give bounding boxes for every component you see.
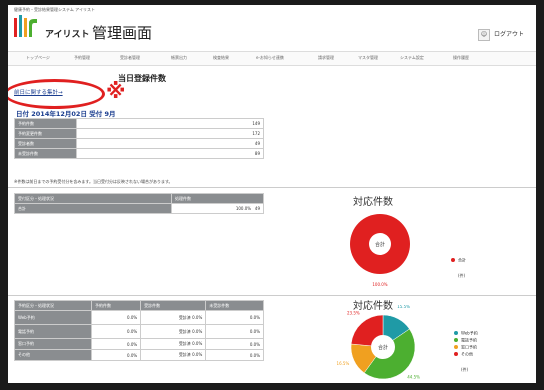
cell: 0.0% [90,310,142,325]
slice-label: 44.5% [407,375,420,380]
nav-item[interactable]: 予約管理 [74,55,90,61]
col-header: 受診件数 [140,300,207,311]
nav-item[interactable]: 請求管理 [318,55,334,61]
row-label: Web予約 [14,310,92,325]
slice-label: 16.5% [337,361,350,366]
legend-marker [451,258,455,262]
col-header: 予約件数 [90,300,142,311]
row-label: その他 [14,349,92,361]
app-window: 健康予約・受診結果管理システム アイリスト アイリスト 管理画面 ☺ ログアウト… [8,5,536,383]
legend-marker [454,352,458,356]
system-subtitle: 健康予約・受診結果管理システム アイリスト [14,7,95,12]
row-value: 100.0% 49 [171,203,264,214]
cell: 受診済 0.0% [140,349,207,361]
nav-item[interactable]: 検査結果 [213,55,229,61]
table-header-row: 受付区分・処理状況 処理件数 [14,193,264,204]
table-row: 窓口予約 0.0% 受診済 0.0% 0.0% [14,338,264,350]
legend-label: 合計 [458,257,466,263]
slice-label: 15.5% [397,305,410,309]
nav-item[interactable]: 受診者管理 [120,55,140,61]
center-label: 合計 [378,344,388,351]
table-row: 予約件数 149 [14,118,264,129]
col-header: 処理件数 [171,193,264,204]
nav-item[interactable]: 操作履歴 [453,55,469,61]
legend-marker [454,345,458,349]
unit-note: (件) [461,366,469,372]
legend-label: 窓口予約 [461,344,477,350]
bottom-table: 予約区分・処理状況 予約件数 受診件数 未受診件数 Web予約 0.0% 受診済… [14,300,264,361]
row-label: 予約件数 [14,118,77,129]
cell: 0.0% [205,324,264,339]
nav-item[interactable]: e-お知らせ連携 [256,55,284,61]
col-header: 未受診件数 [205,300,264,311]
col-header: 受付区分・処理状況 [14,193,172,204]
cell: 0.0% [205,310,264,325]
row-value: 172 [76,128,264,139]
cell: 受診済 0.0% [140,324,207,339]
main-nav: トップページ 予約管理 受診者管理 帳票出力 検査結果 e-お知らせ連携 請求管… [8,51,536,66]
cell: 0.0% [90,338,142,350]
legend-marker [454,338,458,342]
cell: 受診済 0.0% [140,310,207,325]
nav-item[interactable]: 帳票出力 [171,55,187,61]
table-row: 受診者数 49 [14,138,264,149]
row-label: 電話予約 [14,324,92,339]
table-row: その他 0.0% 受診済 0.0% 0.0% [14,349,264,361]
table-row: 電話予約 0.0% 受診済 0.0% 0.0% [14,324,264,339]
cell: 受診済 0.0% [140,338,207,350]
row-label: 合計 [14,203,172,214]
row-percent: 100.0% [235,206,252,211]
row-value: 89 [76,148,264,159]
iris-logo [14,15,37,37]
row-label: 受診者数 [14,138,77,149]
nav-item[interactable]: トップページ [26,55,50,61]
row-label: 予約変更件数 [14,128,77,139]
table-row: 合計 100.0% 49 [14,203,264,214]
row-count: 49 [254,206,260,211]
row-label: 未受診件数 [14,148,77,159]
table-header-row: 予約区分・処理状況 予約件数 受診件数 未受診件数 [14,300,264,311]
date-line: 日付 2014年12月02日 受付 9月 [16,110,116,118]
col-header: 予約区分・処理状況 [14,300,92,311]
row-value: 49 [76,138,264,149]
table-row: 予約変更件数 172 [14,128,264,139]
nav-item[interactable]: マスタ管理 [358,55,378,61]
cell: 0.0% [205,349,264,361]
legend-label: その他 [461,351,473,357]
logout-button[interactable]: ログアウト [494,29,524,38]
highlight-oval [8,79,105,109]
slice-label: 100.0% [372,282,387,287]
table-row: Web予約 0.0% 受診済 0.0% 0.0% [14,310,264,325]
person-icon[interactable]: ☺ [478,29,490,41]
pie-chart-1: 100.0%合計合計(件) [350,214,466,287]
legend-marker [454,331,458,335]
brand-name: アイリスト [45,30,90,40]
cell: 0.0% [205,338,264,350]
slice-label: 23.5% [347,310,360,315]
table-row: 未受診件数 89 [14,148,264,159]
center-label: 合計 [375,241,385,248]
page-title: 管理画面 [92,24,153,42]
nav-item[interactable]: システム設定 [400,55,424,61]
reference-mark: ※ [106,79,126,103]
pie-chart-2: 15.5% 44.5% 16.5% 23.5% 合計 Web予約電話予約窓口予約その他 (件… [337,305,478,380]
legend-label: Web予約 [461,330,478,336]
note-text: ※件数は前日までの予約受付分を含みます。当日受付分は反映されない場合があります。 [14,179,173,184]
cell: 0.0% [90,349,142,361]
mid-table: 受付区分・処理状況 処理件数 合計 100.0% 49 [14,193,264,214]
legend-label: 電話予約 [461,337,477,343]
row-value: 149 [76,118,264,129]
unit-note: (件) [458,272,466,278]
summary-table: 予約件数 149 予約変更件数 172 受診者数 49 未受診件数 89 [14,118,264,159]
row-label: 窓口予約 [14,338,92,350]
cell: 0.0% [90,324,142,339]
